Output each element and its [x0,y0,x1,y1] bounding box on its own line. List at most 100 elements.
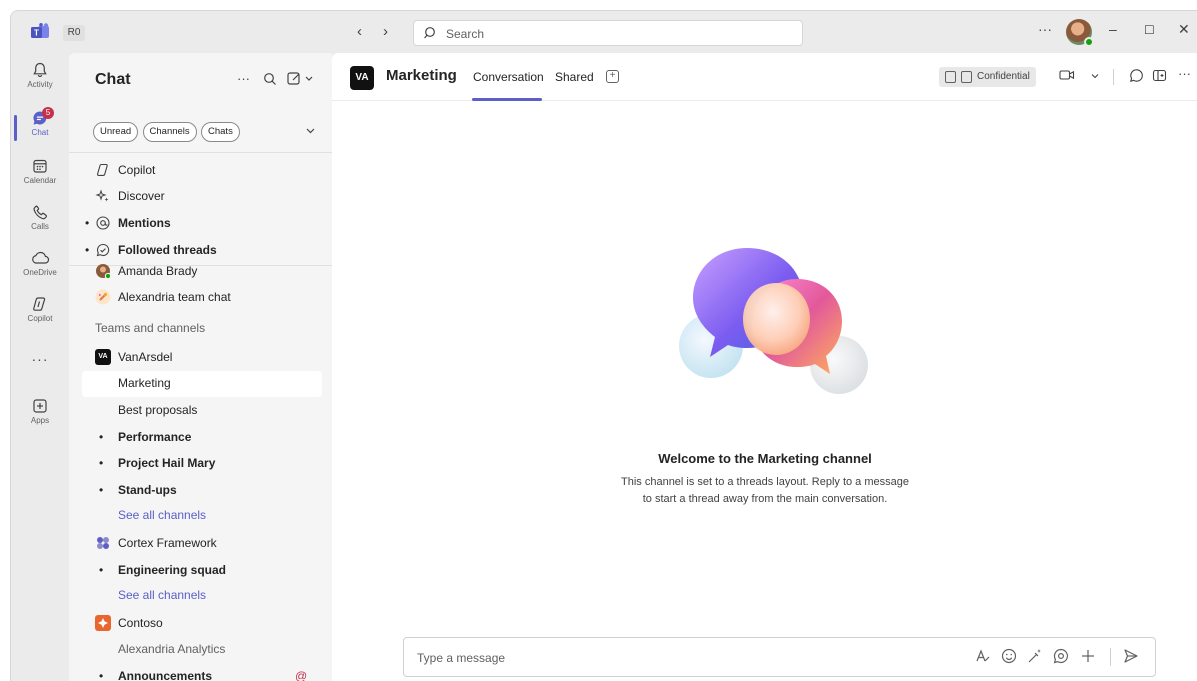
team-logo [97,537,109,549]
list-item-amanda-brady[interactable]: Amanda Brady [69,259,332,285]
add-tab-button[interactable]: + [606,70,619,83]
forward-button[interactable]: › [383,23,388,40]
channel-stand-ups[interactable]: • Stand-ups [69,478,332,504]
chat-more-button[interactable]: ··· [237,71,250,86]
filter-pills: Unread Channels Chats [93,122,241,142]
search-input[interactable]: Search [413,20,803,46]
list-item-copilot[interactable]: Copilot [69,158,332,184]
chat-list-pane: Chat ··· Unread Channels Chats Copilot D… [69,53,332,681]
copilot-icon [33,297,46,311]
composer-placeholder: Type a message [417,651,506,665]
tab-shared[interactable]: Shared [555,70,594,84]
channel-engineering-squad[interactable]: • Engineering squad [69,558,332,584]
channel-view: VA Marketing Conversation Shared + Confi… [332,53,1197,681]
welcome-description: This channel is set to a threads layout.… [621,476,909,505]
search-icon[interactable] [263,72,277,86]
maximize-button[interactable]: ☐ [1144,23,1155,37]
apps-icon [33,399,47,413]
rail-item-calls[interactable]: Calls [11,199,69,243]
copilot-icon [96,163,108,176]
cloud-icon [32,251,50,264]
chevron-down-icon[interactable] [305,125,316,136]
channel-marketing[interactable]: Marketing [82,371,322,397]
teams-window: T R0 ‹ › Search ··· – ☐ ✕ Activity 5 Cha… [10,10,1197,681]
search-icon [424,27,435,39]
unread-dot: • [85,243,90,257]
list-item-alexandria-team-chat[interactable]: Alexandria team chat [69,285,332,311]
add-icon[interactable] [1079,647,1097,665]
close-button[interactable]: ✕ [1178,21,1190,38]
team-logo: VA [95,349,111,365]
active-indicator [14,115,17,141]
emoji-icon[interactable] [1000,647,1018,665]
sensitivity-text: Confidential [977,71,1030,82]
rail-label-apps: Apps [30,416,50,425]
mention-badge: @ [295,669,308,681]
filter-unread[interactable]: Unread [93,122,139,142]
channel-header: VA Marketing Conversation Shared + Confi… [332,53,1197,101]
list-item-label: Copilot [118,163,156,177]
rail-item-chat[interactable]: 5 Chat [11,105,69,149]
channel-best-proposals[interactable]: Best proposals [69,398,332,424]
user-avatar[interactable] [1066,19,1094,47]
see-all-channels-link[interactable]: See all channels [69,503,332,529]
chat-bubble-icon[interactable] [1129,68,1144,83]
channel-alexandria-analytics[interactable]: Alexandria Analytics [69,637,332,663]
filter-chats[interactable]: Chats [201,122,240,142]
see-all-channels-link[interactable]: See all channels [69,583,332,609]
list-item-label: Mentions [118,216,171,230]
rail-item-calendar[interactable]: Calendar [11,153,69,197]
presence-available-icon [1084,37,1094,47]
tab-conversation[interactable]: Conversation [473,70,544,84]
team-cortex-framework[interactable]: Cortex Framework [69,531,332,557]
loop-component-icon[interactable] [1052,647,1070,665]
add-channel-icon[interactable] [1152,68,1167,83]
list-item-label: Discover [118,189,165,203]
team-logo: VA [350,66,374,90]
team-vanarsdel[interactable]: VA VanArsdel [69,345,332,371]
minimize-button[interactable]: – [1109,21,1117,37]
org-switcher[interactable]: R0 [63,25,85,41]
copilot-compose-icon[interactable] [1026,647,1044,665]
list-item-discover[interactable]: Discover [69,184,332,210]
channel-performance[interactable]: • Performance [69,425,332,451]
rail-item-apps[interactable]: Apps [11,393,69,437]
active-tab-indicator [472,98,542,101]
more-options-button[interactable]: ··· [1038,21,1052,37]
rail-item-copilot[interactable]: Copilot [11,291,69,335]
channel-announcements[interactable]: • Announcements @ [69,664,332,681]
divider [69,152,332,153]
channel-label: Performance [118,430,192,444]
list-item-mentions[interactable]: • Mentions [69,211,332,237]
chevron-down-icon[interactable] [1090,71,1100,81]
teams-logo-icon[interactable]: T [30,23,50,41]
unread-dot: • [99,430,104,444]
rail-label-calls: Calls [31,222,49,231]
new-chat-icon[interactable] [287,71,315,86]
divider [1110,648,1111,666]
phone-icon [33,205,47,220]
teams-section-label: Teams and channels [95,321,206,335]
clipboard-icon [961,71,972,83]
format-icon[interactable] [974,647,992,665]
sensitivity-label[interactable]: Confidential [939,67,1036,87]
channel-project-hail-mary[interactable]: • Project Hail Mary [69,451,332,477]
team-contoso[interactable]: Contoso [69,611,332,637]
app-rail: Activity 5 Chat Calendar Calls OneDrive … [11,53,69,681]
filter-channels[interactable]: Channels [142,122,197,142]
divider [1113,69,1114,85]
video-call-icon[interactable] [1059,68,1075,82]
channel-label: Announcements [118,669,213,681]
rail-item-activity[interactable]: Activity [11,57,69,101]
list-item-label: Alexandria team chat [118,290,231,304]
rail-item-onedrive[interactable]: OneDrive [11,245,69,289]
channel-label: Alexandria Analytics [118,642,226,656]
rail-label-onedrive: OneDrive [23,268,57,277]
back-button[interactable]: ‹ [357,23,362,40]
team-label: Cortex Framework [118,536,217,550]
send-icon[interactable] [1122,647,1140,665]
more-options-button[interactable]: ··· [1178,66,1191,81]
message-composer[interactable]: Type a message [403,637,1156,677]
unread-dot: • [99,669,104,681]
more-apps-button[interactable]: ··· [11,351,69,367]
